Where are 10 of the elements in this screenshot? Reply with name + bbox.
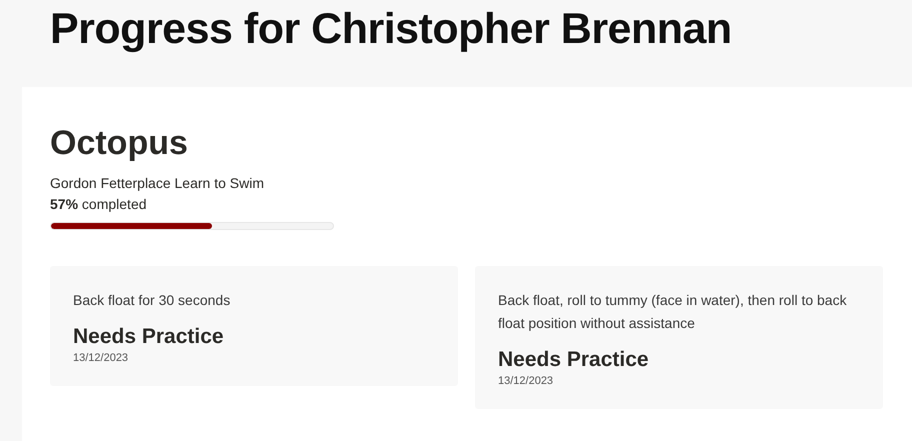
skill-status: Needs Practice bbox=[498, 347, 650, 373]
skill-date: 13/12/2023 bbox=[498, 375, 554, 387]
page-title: Progress for Christopher Brennan bbox=[49, 4, 733, 54]
skill-description: Back float, roll to tummy (face in water), then roll to back float position without assistance bbox=[498, 291, 848, 333]
skill-date: 13/12/2023 bbox=[73, 352, 130, 364]
level-name: Octopus bbox=[50, 123, 189, 163]
skill-status: Needs Practice bbox=[73, 324, 225, 350]
skill-description: Back float for 30 seconds bbox=[73, 291, 232, 310]
completion-text: 57% completed bbox=[50, 195, 148, 214]
program-name: Gordon Fetterplace Learn to Swim bbox=[50, 174, 265, 193]
